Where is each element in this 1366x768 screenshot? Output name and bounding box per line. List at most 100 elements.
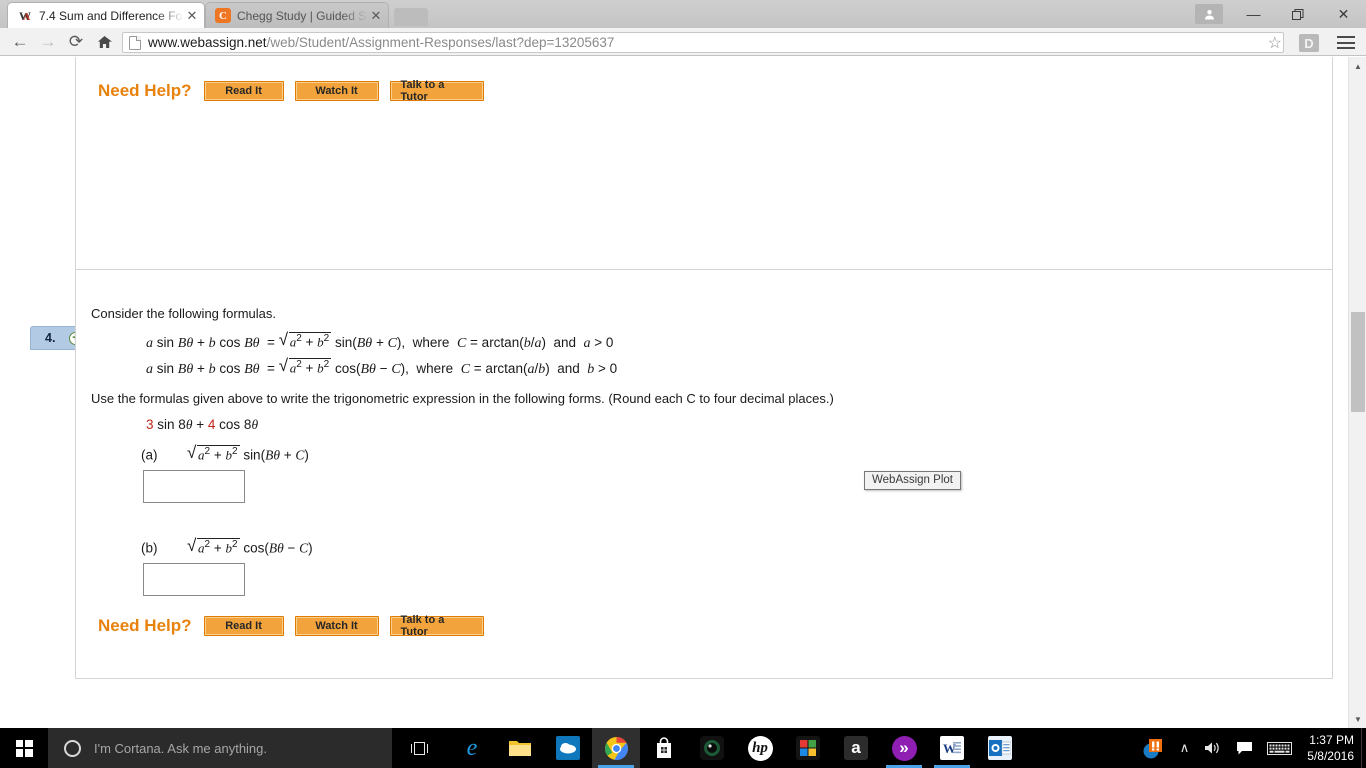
file-explorer-icon: [507, 735, 533, 761]
person-glyph: [1204, 9, 1214, 19]
browser-tab-webassign[interactable]: WA 7.4 Sum and Difference Fo ✕: [8, 3, 204, 28]
need-help-row-question-4: Need Help? Read It Watch It Talk to a Tu…: [98, 614, 495, 638]
formula-line-1: a sin Bθ + b cos Bθ = a2 + b2 sin(Bθ + C…: [146, 330, 614, 352]
cortana-placeholder: I'm Cortana. Ask me anything.: [94, 740, 268, 756]
start-button[interactable]: [0, 728, 48, 768]
address-bar[interactable]: www.webassign.net/web/Student/Assignment…: [122, 32, 1284, 53]
maximize-button[interactable]: [1276, 0, 1321, 28]
new-tab-button[interactable]: [394, 8, 428, 26]
trig-expression: 3 sin 8θ + 4 cos 8θ: [146, 417, 258, 433]
read-it-button[interactable]: Read It: [203, 81, 284, 101]
scroll-up-arrow-icon[interactable]: ▲: [1349, 57, 1366, 75]
scrollbar-thumb[interactable]: [1351, 312, 1365, 412]
question-4-box: Consider the following formulas. a sin B…: [75, 269, 1333, 679]
tray-alert-icon[interactable]: [1135, 736, 1173, 760]
home-button[interactable]: [90, 28, 118, 56]
taskbar-app-onedrive[interactable]: [544, 728, 592, 768]
need-help-row-previous: Need Help? Read It Watch It Talk to a Tu…: [98, 79, 495, 103]
part-b-row: (b) a2 + b2 cos(Bθ − C): [141, 536, 313, 557]
formula-line-2: a sin Bθ + b cos Bθ = a2 + b2 cos(Bθ − C…: [146, 356, 617, 378]
maximize-icon: [1292, 8, 1304, 20]
talk-to-a-tutor-button[interactable]: Talk to a Tutor: [389, 614, 484, 638]
taskbar-clock[interactable]: 1:37 PM 5/8/2016: [1299, 732, 1366, 764]
answer-input-a[interactable]: [143, 470, 245, 503]
expression-term-1: sin 8θ: [157, 417, 193, 432]
answer-input-b[interactable]: [143, 563, 245, 596]
taskbar-app-store[interactable]: [640, 728, 688, 768]
speaker-icon: [1205, 742, 1219, 754]
formula-1-trig: sin(Bθ + C), where C = arctan(b/a) and a…: [334, 334, 614, 351]
windows-logo-icon: [15, 739, 33, 757]
touch-keyboard-icon[interactable]: [1260, 741, 1299, 756]
need-help-label: Need Help?: [98, 616, 192, 635]
outlook-icon: [988, 736, 1012, 760]
double-chevron-icon: »: [891, 735, 917, 761]
part-a-radical: a2 + b2: [187, 443, 240, 464]
browser-tab-strip: WA 7.4 Sum and Difference Fo ✕ C Chegg S…: [0, 0, 1366, 28]
taskbar-app-hp[interactable]: hp: [736, 728, 784, 768]
word-icon: W: [940, 736, 964, 760]
minimize-button[interactable]: —: [1231, 0, 1276, 28]
action-center-icon[interactable]: [1229, 741, 1260, 756]
browser-tab-chegg[interactable]: C Chegg Study | Guided Sol ✕: [206, 3, 388, 28]
page-viewport: ( π/6 ) ( π/3 ) − ( √3 + 1 2 ) ✔ Need He…: [0, 57, 1366, 728]
watch-it-button[interactable]: Watch It: [294, 616, 379, 636]
chrome-menu-icon[interactable]: [1336, 33, 1356, 52]
url-domain: www.webassign.net: [148, 35, 267, 50]
question-intro-text: Consider the following formulas.: [91, 306, 276, 321]
close-icon[interactable]: ✕: [368, 8, 384, 24]
hp-icon: hp: [747, 735, 773, 761]
webassign-icon: WA: [19, 8, 31, 23]
cortana-search-box[interactable]: I'm Cortana. Ask me anything.: [48, 728, 392, 768]
store-bag-icon: [651, 735, 677, 761]
clock-date: 5/8/2016: [1307, 749, 1354, 763]
part-a-label: (a): [141, 447, 158, 463]
bookmark-star-icon[interactable]: ☆: [1268, 33, 1282, 53]
taskbar-app-file-explorer[interactable]: [496, 728, 544, 768]
part-a-row: (a) a2 + b2 sin(Bθ + C): [141, 443, 309, 464]
close-icon[interactable]: ✕: [184, 8, 200, 24]
page-scrollbar[interactable]: ▲ ▼: [1348, 57, 1366, 728]
taskbar-app-word[interactable]: W: [928, 728, 976, 768]
cortana-circle-icon: [64, 739, 81, 757]
taskbar-app-purple-arrows[interactable]: »: [880, 728, 928, 768]
user-avatar-icon[interactable]: [1195, 4, 1223, 24]
webcam-icon: [700, 736, 724, 760]
system-tray: ∧ 1:37 PM 5/8/2016: [1135, 728, 1366, 768]
question-instruction-text: Use the formulas given above to write th…: [91, 391, 834, 406]
expression-coefficient-1: 3: [146, 417, 154, 432]
webassign-plot-tooltip: WebAssign Plot: [864, 471, 961, 490]
puzzle-icon: [796, 736, 820, 760]
talk-to-a-tutor-button[interactable]: Talk to a Tutor: [389, 79, 484, 103]
watch-it-button[interactable]: Watch It: [294, 81, 379, 101]
update-alert-icon: [1143, 739, 1162, 759]
taskbar-app-list: e hp a » W: [448, 728, 1024, 768]
formula-1-radical: a2 + b2: [279, 330, 332, 351]
formula-2-radical: a2 + b2: [279, 356, 332, 377]
browser-toolbar: ← → ⟳ www.webassign.net/web/Student/Assi…: [0, 28, 1366, 56]
taskbar-app-webcam[interactable]: [688, 728, 736, 768]
taskbar-app-outlook[interactable]: [976, 728, 1024, 768]
window-controls: — ✕: [1195, 0, 1366, 28]
part-b-trig: cos(Bθ − C): [243, 540, 313, 556]
taskbar-app-edge[interactable]: e: [448, 728, 496, 768]
extension-d-icon[interactable]: D: [1299, 34, 1319, 52]
read-it-button[interactable]: Read It: [203, 616, 284, 636]
taskbar-app-puzzle[interactable]: [784, 728, 832, 768]
task-view-button[interactable]: [400, 728, 438, 768]
scroll-down-arrow-icon[interactable]: ▼: [1349, 710, 1366, 728]
back-button[interactable]: ←: [6, 28, 34, 56]
close-window-button[interactable]: ✕: [1321, 0, 1366, 28]
forward-button[interactable]: →: [34, 28, 62, 56]
expression-plus: +: [196, 417, 205, 432]
taskbar-app-chrome[interactable]: [592, 728, 640, 768]
reload-button[interactable]: ⟳: [62, 28, 90, 56]
show-desktop-button[interactable]: [1361, 728, 1366, 768]
tray-volume-icon[interactable]: [1196, 740, 1229, 756]
expression-term-2: cos 8θ: [219, 417, 259, 432]
task-view-icon: [410, 741, 428, 755]
tray-chevron-up-icon[interactable]: ∧: [1173, 740, 1197, 756]
taskbar-app-amazon[interactable]: a: [832, 728, 880, 768]
amazon-icon: a: [844, 736, 868, 760]
tab-title: 7.4 Sum and Difference Fo: [39, 8, 183, 23]
